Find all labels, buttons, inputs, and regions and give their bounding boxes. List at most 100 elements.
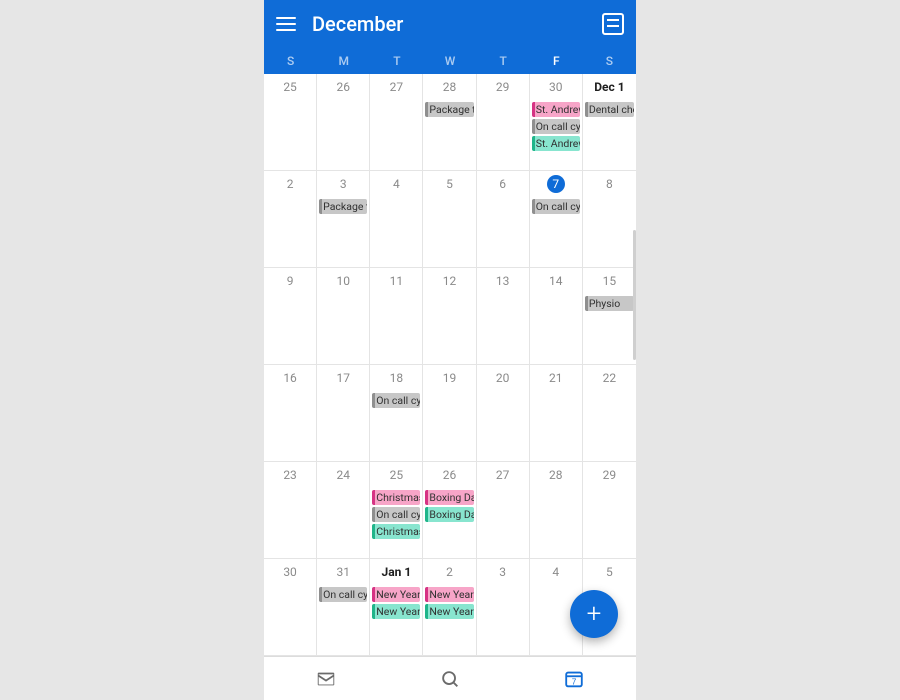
day-cell[interactable]: 22 bbox=[583, 365, 636, 462]
day-cell[interactable]: 25 bbox=[264, 74, 317, 171]
nav-calendar[interactable]: 7 bbox=[512, 657, 636, 700]
day-number: 10 bbox=[317, 272, 369, 290]
event-chip[interactable]: Package t bbox=[425, 102, 473, 117]
day-cell[interactable]: 11 bbox=[370, 268, 423, 365]
event-chip[interactable]: Christmas bbox=[372, 524, 420, 539]
day-cell[interactable]: 12 bbox=[423, 268, 476, 365]
event-chip[interactable]: On call cy bbox=[372, 393, 420, 408]
day-number: 30 bbox=[530, 78, 582, 96]
day-number: 31 bbox=[317, 563, 369, 581]
day-cell[interactable]: Jan 1 New Year New Year bbox=[370, 559, 423, 656]
day-number: 28 bbox=[423, 78, 475, 96]
day-cell[interactable]: 13 bbox=[477, 268, 530, 365]
day-cell[interactable]: 15Physio bbox=[583, 268, 636, 365]
day-number: 4 bbox=[530, 563, 582, 581]
day-number: 11 bbox=[370, 272, 422, 290]
event-chip[interactable]: New Year bbox=[425, 604, 473, 619]
event-chip[interactable]: St. Andrew bbox=[532, 102, 580, 117]
event-chips: New Year New Year bbox=[370, 587, 422, 619]
event-chip[interactable]: Boxing Da bbox=[425, 507, 473, 522]
day-cell[interactable]: 31 On call cy bbox=[317, 559, 370, 656]
day-number: 20 bbox=[477, 369, 529, 387]
event-chip[interactable]: On call cy bbox=[319, 587, 367, 602]
search-icon bbox=[439, 668, 461, 690]
day-cell[interactable]: 28 bbox=[530, 462, 583, 559]
header-title[interactable]: December bbox=[312, 12, 586, 36]
day-cell[interactable]: 4 bbox=[370, 171, 423, 268]
event-chip[interactable]: Christmas bbox=[372, 490, 420, 505]
day-number: 25 bbox=[264, 78, 316, 96]
day-cell[interactable]: 3 Package t bbox=[317, 171, 370, 268]
day-cell[interactable]: 2 bbox=[264, 171, 317, 268]
day-number: 3 bbox=[317, 175, 369, 193]
day-cell[interactable]: 23 bbox=[264, 462, 317, 559]
day-number: 22 bbox=[583, 369, 636, 387]
day-cell[interactable]: 5 bbox=[423, 171, 476, 268]
day-number: 14 bbox=[530, 272, 582, 290]
event-chip[interactable]: On call cy bbox=[532, 199, 580, 214]
nav-mail[interactable] bbox=[264, 657, 388, 700]
dow-label: T bbox=[370, 48, 423, 74]
day-cell[interactable]: 8 bbox=[583, 171, 636, 268]
day-cell[interactable]: 18On call cy bbox=[370, 365, 423, 462]
day-cell[interactable]: 27 bbox=[477, 462, 530, 559]
add-event-fab[interactable]: + bbox=[570, 590, 618, 638]
day-number: 26 bbox=[423, 466, 475, 484]
day-number: 23 bbox=[264, 466, 316, 484]
day-number: 29 bbox=[583, 466, 636, 484]
day-number: 3 bbox=[477, 563, 529, 581]
event-chip[interactable]: On call cy bbox=[372, 507, 420, 522]
day-cell[interactable]: 2 New Year New Year bbox=[423, 559, 476, 656]
day-number: 6 bbox=[477, 175, 529, 193]
event-chip[interactable]: Boxing Da bbox=[425, 490, 473, 505]
event-chip[interactable]: New Year bbox=[372, 587, 420, 602]
day-number: Jan 1 bbox=[370, 563, 422, 581]
day-cell[interactable]: Dec 1Dental che bbox=[583, 74, 636, 171]
day-cell[interactable]: 24 bbox=[317, 462, 370, 559]
event-chips: New Year New Year bbox=[423, 587, 475, 619]
day-number: 21 bbox=[530, 369, 582, 387]
day-cell[interactable]: 26 Boxing Da Boxing Da bbox=[423, 462, 476, 559]
day-cell[interactable]: 16 bbox=[264, 365, 317, 462]
day-number: 19 bbox=[423, 369, 475, 387]
day-cell[interactable]: 6 bbox=[477, 171, 530, 268]
event-chip[interactable]: Physio bbox=[585, 296, 634, 311]
day-cell[interactable]: 30 St. Andrew On call cy St. Andrew bbox=[530, 74, 583, 171]
day-cell[interactable]: 29 bbox=[477, 74, 530, 171]
month-grid[interactable]: 25262728Package t2930St. AndrewOn call c… bbox=[264, 74, 636, 656]
day-cell[interactable]: 26 bbox=[317, 74, 370, 171]
agenda-view-icon[interactable] bbox=[602, 13, 624, 35]
day-cell[interactable]: 28 Package t bbox=[423, 74, 476, 171]
day-number: 27 bbox=[370, 78, 422, 96]
day-cell[interactable]: 17 bbox=[317, 365, 370, 462]
dow-label: M bbox=[317, 48, 370, 74]
day-number: 2 bbox=[264, 175, 316, 193]
event-chip[interactable]: Dental che bbox=[585, 102, 634, 117]
day-cell[interactable]: 7 On call cy bbox=[530, 171, 583, 268]
day-cell[interactable]: 30 bbox=[264, 559, 317, 656]
day-cell[interactable]: 20 bbox=[477, 365, 530, 462]
day-cell[interactable]: 14 bbox=[530, 268, 583, 365]
day-number: 28 bbox=[530, 466, 582, 484]
day-number: 29 bbox=[477, 78, 529, 96]
event-chip[interactable]: St. Andrew bbox=[532, 136, 580, 151]
event-chip[interactable]: New Year bbox=[425, 587, 473, 602]
menu-icon[interactable] bbox=[276, 17, 296, 31]
day-number: 2 bbox=[423, 563, 475, 581]
nav-search[interactable] bbox=[388, 657, 512, 700]
event-chip[interactable]: New Year bbox=[372, 604, 420, 619]
day-cell[interactable]: 29 bbox=[583, 462, 636, 559]
day-of-week-header: SMTWTFS bbox=[264, 48, 636, 74]
day-cell[interactable]: 3 bbox=[477, 559, 530, 656]
day-cell[interactable]: 19 bbox=[423, 365, 476, 462]
day-cell[interactable]: 21 bbox=[530, 365, 583, 462]
day-cell[interactable]: 25ChristmasOn call cyChristmas bbox=[370, 462, 423, 559]
event-chip[interactable]: Package t bbox=[319, 199, 367, 214]
event-chips: Package t bbox=[317, 199, 369, 214]
event-chip[interactable]: On call cy bbox=[532, 119, 580, 134]
day-cell[interactable]: 10 bbox=[317, 268, 370, 365]
day-cell[interactable]: 9 bbox=[264, 268, 317, 365]
day-number: 9 bbox=[264, 272, 316, 290]
day-cell[interactable]: 27 bbox=[370, 74, 423, 171]
day-number: 7 bbox=[530, 175, 582, 193]
